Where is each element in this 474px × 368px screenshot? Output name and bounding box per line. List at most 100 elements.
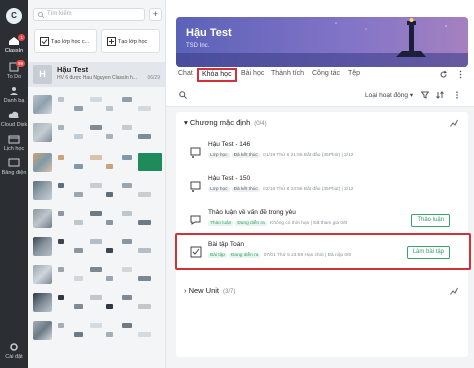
list-item[interactable]: Thảo luận về vấn đề trong yêu Thảo luận Đ… [184, 206, 460, 236]
list-item[interactable]: Hậu Test - 146 Lớp học Đã kết thúc 01/19 … [184, 138, 460, 168]
redacted-text [138, 332, 151, 337]
redacted-text [58, 183, 64, 188]
item-tag: Lớp học [208, 187, 230, 192]
more-icon[interactable] [453, 91, 461, 99]
item-meta: Lớp học Đã kết thúc 01/19 Thứ 6 21:55 Bắt… [208, 153, 353, 158]
redacted-text [90, 211, 102, 216]
create-class2-button[interactable]: Tạo lớp học [101, 29, 160, 53]
item-meta-text: Không có thời hạn | Đã tham gia 0/8 [270, 221, 348, 226]
class-item[interactable] [28, 206, 166, 231]
redacted-text [90, 239, 102, 244]
rail-board[interactable]: Bảng điện [0, 158, 28, 176]
redacted-text [106, 134, 113, 139]
redacted-text [122, 125, 132, 130]
user-avatar[interactable]: C [6, 8, 22, 24]
tab-achievements[interactable]: Thành tích [271, 70, 304, 77]
tab-lessons[interactable]: Bài học [241, 70, 264, 77]
rail-schedule[interactable]: Lịch học [0, 134, 28, 152]
sort-icon[interactable] [436, 91, 444, 99]
redacted-text [122, 239, 132, 244]
search-icon[interactable] [179, 91, 187, 99]
redacted-text [138, 276, 151, 281]
class-item[interactable] [28, 262, 166, 287]
add-button[interactable]: + [149, 8, 162, 21]
item-tag: Lớp học [208, 153, 230, 158]
lighthouse-illustration [176, 17, 468, 67]
redacted-text [58, 211, 64, 216]
tab-assignments[interactable]: Công tác [312, 70, 340, 77]
stats-icon[interactable] [450, 287, 458, 295]
section-header-new-unit[interactable]: › New Unit (3/7) [184, 286, 235, 295]
tab-chat[interactable]: Chat [178, 70, 193, 77]
rail-badge: 99 [15, 60, 25, 67]
gear-icon [10, 343, 18, 351]
redacted-text [58, 267, 64, 272]
sort-dropdown[interactable]: Loại hoạt động ▾ [365, 91, 413, 99]
rail-label: Lịch học [3, 146, 25, 152]
filter-icon[interactable] [421, 91, 429, 99]
class-item[interactable] [28, 290, 166, 315]
redacted-text [74, 276, 83, 281]
create-class-button[interactable]: Tạo lớp học c... [34, 29, 97, 53]
class-thumbnail [33, 293, 52, 312]
tab-files[interactable]: Tệp [348, 70, 360, 77]
class-item[interactable] [28, 92, 166, 117]
redacted-text [106, 332, 113, 337]
item-title: Hậu Test - 150 [208, 175, 251, 182]
rail-todo[interactable]: To Do 99 [0, 60, 28, 80]
class-item[interactable] [28, 120, 166, 145]
rail-settings[interactable]: Cài đặt [0, 342, 28, 360]
tab-course[interactable]: Khóa học [197, 68, 237, 82]
class-list-panel: Tìm kiếm + Tạo lớp học c... Tạo lớp học … [28, 0, 166, 368]
redacted-text [58, 97, 64, 102]
section-count: (0/4) [254, 121, 267, 127]
sort-label: Loại hoạt động [365, 92, 409, 99]
redacted-text [106, 220, 113, 225]
class-item[interactable] [28, 178, 166, 203]
section-title: New Unit [188, 286, 220, 295]
redacted-text [74, 192, 83, 197]
redacted-image [138, 153, 162, 171]
add-class-icon [107, 37, 116, 46]
redacted-text [106, 106, 113, 111]
class-item[interactable] [28, 318, 166, 343]
redacted-text [90, 323, 102, 328]
rail-badge: 1 [18, 34, 25, 41]
chevron-down-icon: ▾ [184, 118, 188, 127]
item-title: Hậu Test - 146 [208, 141, 251, 148]
rail-label: Cloud Disk [0, 122, 28, 128]
contacts-icon [10, 87, 18, 95]
redacted-text [58, 323, 64, 328]
redacted-text [74, 248, 83, 253]
redacted-text [138, 134, 151, 139]
class-thumbnail [33, 95, 52, 114]
stats-icon[interactable] [450, 119, 458, 127]
section-count: (3/7) [223, 289, 236, 295]
class-avatar: H [33, 65, 52, 84]
redacted-text [106, 164, 113, 169]
banner-title: Hậu Test [186, 27, 232, 39]
section-header-default[interactable]: ▾ Chương mặc định (0/4) [184, 118, 267, 127]
class-item[interactable] [28, 150, 166, 175]
discuss-button[interactable]: Thảo luận [411, 214, 450, 227]
class-item-selected[interactable]: H Hậu Test HV 6 được Hau Nguyen ClassIn … [28, 62, 166, 87]
rail-label: Bảng điện [1, 170, 27, 176]
more-icon[interactable] [456, 70, 465, 79]
cloud-icon [8, 111, 19, 118]
rail-cloud[interactable]: Cloud Disk [0, 110, 28, 128]
class-item[interactable] [28, 234, 166, 259]
rail-contacts[interactable]: Danh bạ [0, 86, 28, 104]
redacted-text [58, 295, 64, 300]
redacted-text [138, 220, 151, 225]
redacted-text [74, 106, 83, 111]
rail-classin[interactable]: ClassIn 1 [0, 34, 28, 54]
search-placeholder: Tìm kiếm [47, 11, 72, 17]
redacted-text [74, 220, 83, 225]
class-thumbnail [33, 153, 52, 172]
refresh-icon[interactable] [439, 70, 448, 79]
class-thumbnail [33, 209, 52, 228]
class-thumbnail [33, 237, 52, 256]
list-item[interactable]: Hậu Test - 150 Lớp học Đã kết thúc 02/16 … [184, 172, 460, 202]
board-icon [8, 158, 20, 167]
search-input[interactable]: Tìm kiếm [33, 8, 145, 21]
